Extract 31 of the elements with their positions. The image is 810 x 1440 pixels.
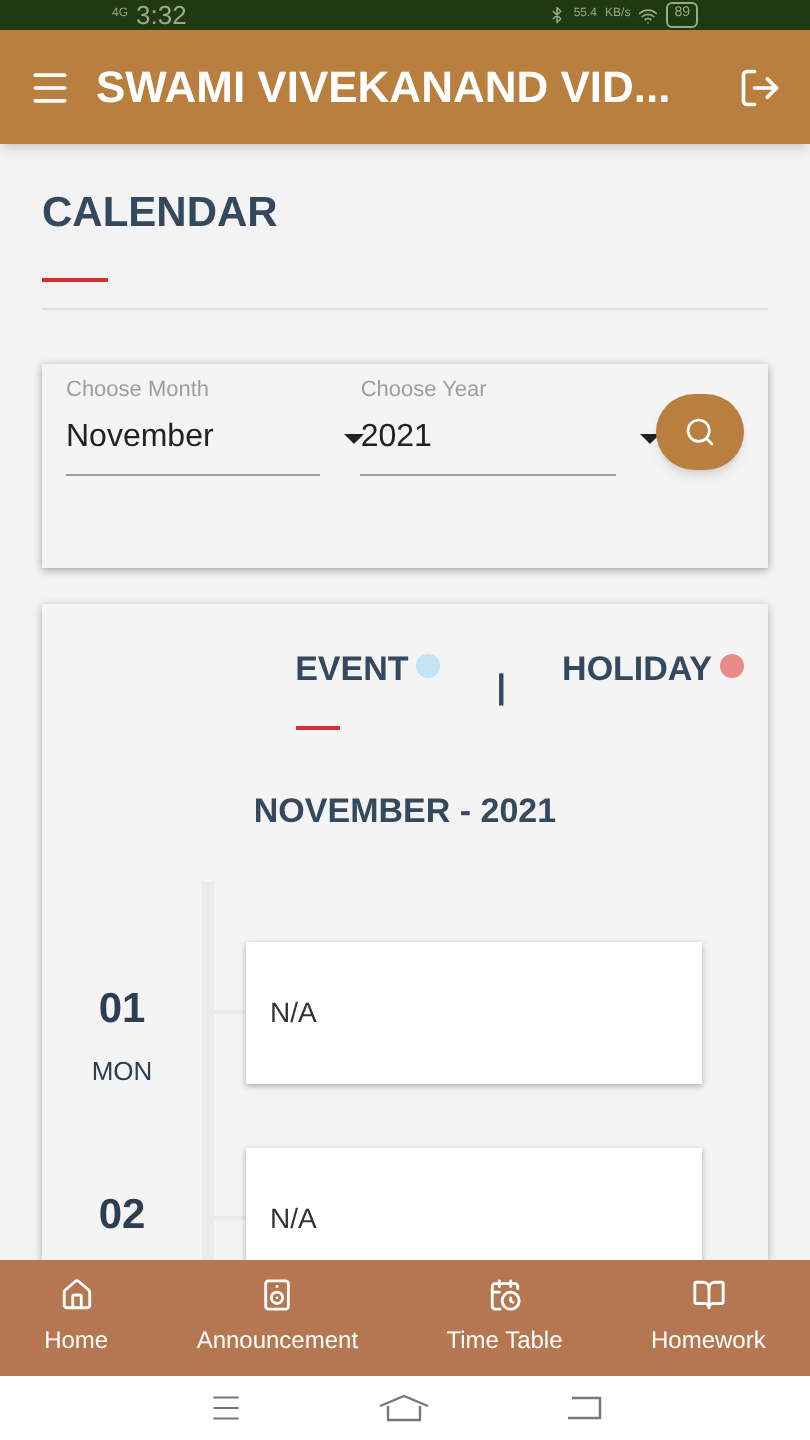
wifi-icon [638, 5, 659, 25]
logout-icon[interactable] [738, 65, 782, 109]
event-card[interactable]: N/A [246, 941, 702, 1083]
legend-separator: | [496, 665, 507, 710]
dropdown-field[interactable]: Choose Year 2021 [360, 373, 616, 476]
weekday-label: MON [91, 1054, 153, 1090]
dropdown-caret-icon [639, 433, 660, 443]
dropdown-field[interactable]: Choose Month November [66, 373, 321, 476]
home-button-icon[interactable] [377, 1394, 429, 1422]
speaker-icon [260, 1278, 295, 1312]
nav-item[interactable]: Announcement [196, 1278, 359, 1358]
day-number: 01 [98, 983, 146, 1035]
legend-tab[interactable]: EVENT [295, 643, 409, 730]
search-icon [683, 415, 716, 447]
nav-item[interactable]: Home [44, 1278, 109, 1358]
day-number: 02 [98, 1189, 146, 1241]
nav-item[interactable]: Time Table [446, 1278, 563, 1358]
status-time: 3:32 [136, 0, 187, 34]
search-button[interactable] [655, 393, 744, 469]
home-icon [59, 1278, 94, 1312]
app-title: SWAMI VIVEKANAND VID... [96, 60, 673, 116]
back-icon[interactable] [563, 1396, 603, 1420]
legend-tab[interactable]: HOLIDAY [562, 643, 712, 730]
month-title: NOVEMBER - 2021 [253, 790, 557, 834]
book-icon [691, 1278, 726, 1312]
dropdown-caret-icon [344, 433, 365, 443]
timetable-icon [487, 1278, 522, 1312]
event-card[interactable]: N/A [246, 1147, 702, 1260]
bluetooth-icon [547, 6, 566, 24]
page-heading: CALENDAR [42, 188, 280, 240]
nav-item[interactable]: Homework [650, 1278, 766, 1358]
